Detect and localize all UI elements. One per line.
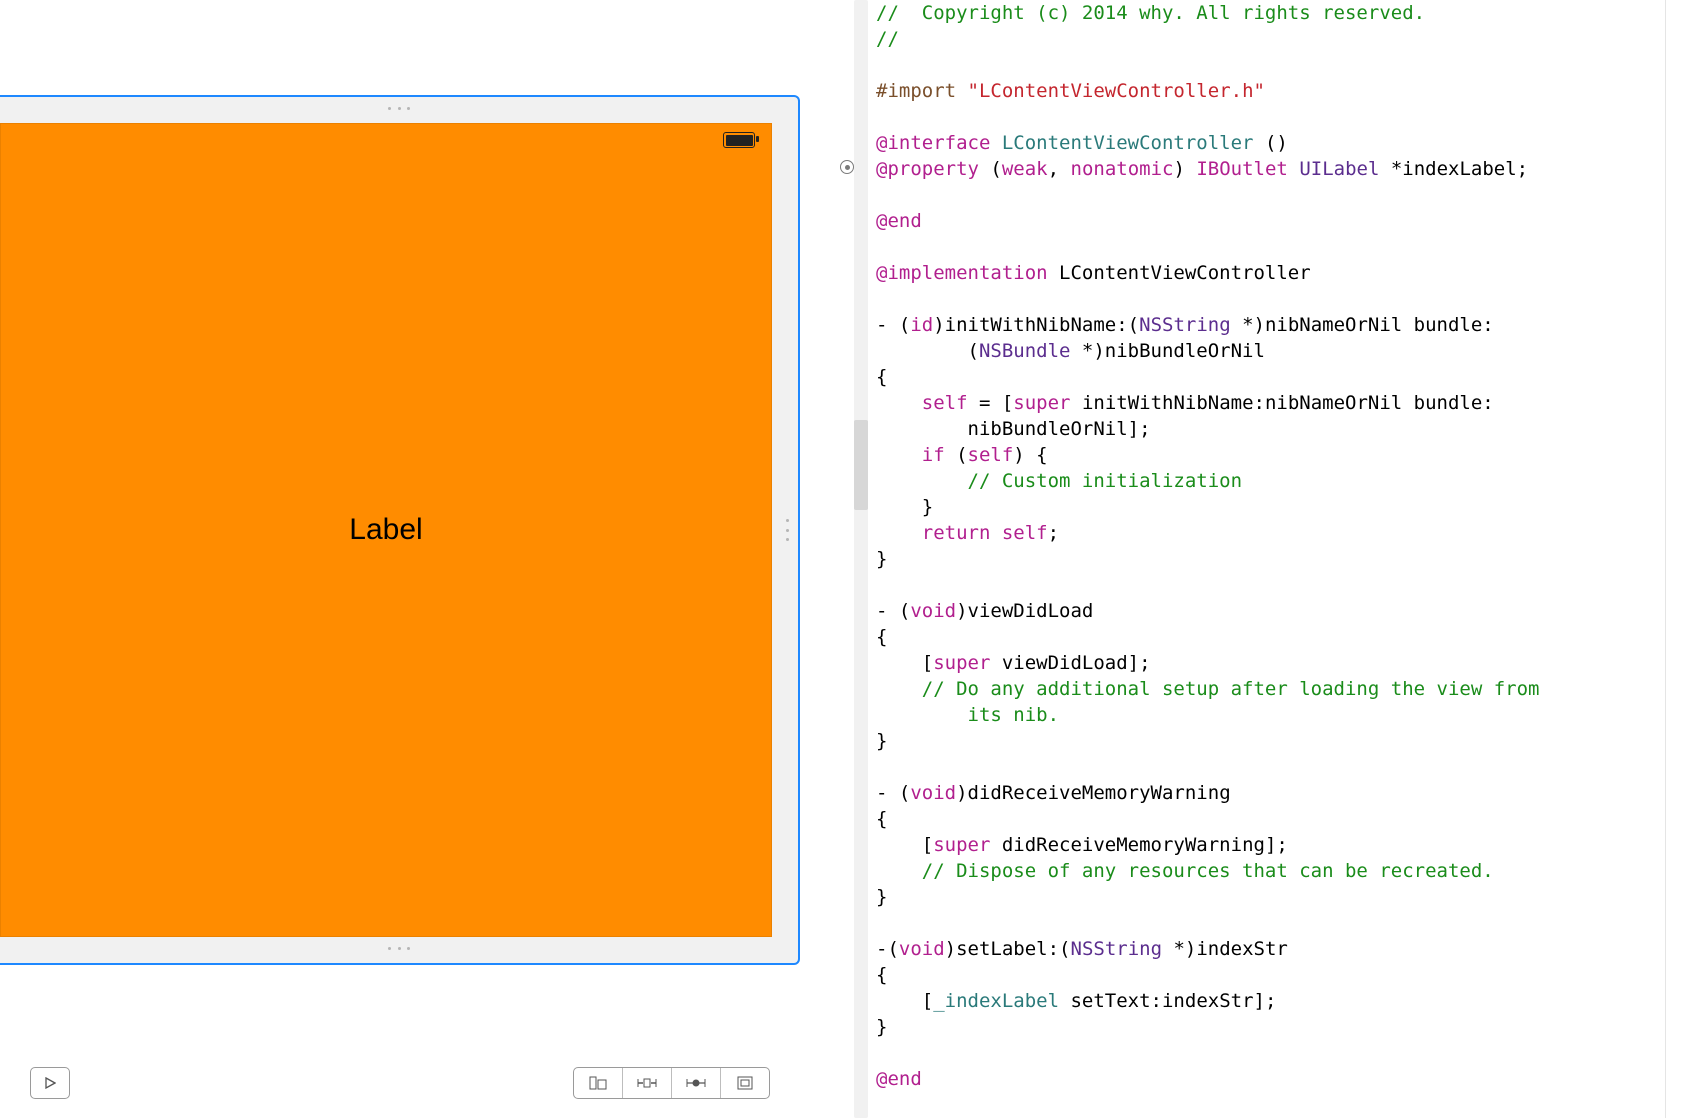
code-keyword: @end [876,1068,922,1090]
vertical-scrollbar[interactable] [1665,0,1682,1118]
interface-builder-pane[interactable]: Label [0,0,800,1118]
constraint-button-group [573,1067,770,1099]
iboutlet-connection-icon[interactable] [840,160,854,174]
ib-canvas[interactable]: Label [0,95,800,965]
resize-handle-bottom[interactable] [388,947,410,953]
code-editor-pane[interactable]: // Copyright (c) 2014 why. All rights re… [812,0,1684,1118]
code-directive: #import [876,80,956,102]
resize-handle-right[interactable] [786,519,792,541]
code-keyword: @implementation [876,262,1048,284]
pane-divider[interactable] [800,0,812,1118]
resolve-issues-button[interactable] [671,1068,720,1098]
minimap-track[interactable] [854,0,868,1118]
xcode-assistant-view: Label [0,0,1684,1118]
code-string: "LContentViewController.h" [968,80,1265,102]
play-preview-button[interactable] [30,1067,70,1099]
code-keyword: @interface [876,132,990,154]
code-comment: // Copyright (c) 2014 why. All rights re… [876,2,1425,24]
index-label[interactable]: Label [349,513,422,547]
minimap-thumb[interactable] [854,420,868,510]
code-keyword: @property [876,158,979,180]
ib-constraints-toolbar [0,1048,800,1118]
editor-gutter[interactable] [812,0,866,1118]
battery-icon [723,132,755,148]
resizing-button[interactable] [720,1068,769,1098]
code-class: LContentViewController [1002,132,1254,154]
root-view[interactable]: Label [0,123,772,937]
resize-handle-top[interactable] [388,107,410,113]
pin-button[interactable] [622,1068,671,1098]
code-keyword: @end [876,210,922,232]
source-code[interactable]: // Copyright (c) 2014 why. All rights re… [866,0,1684,1118]
code-comment: // [876,28,899,50]
status-bar [723,132,755,148]
align-button[interactable] [574,1068,622,1098]
